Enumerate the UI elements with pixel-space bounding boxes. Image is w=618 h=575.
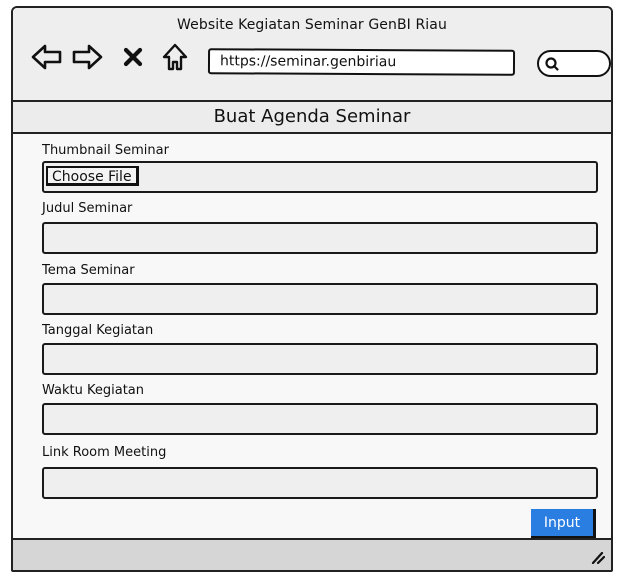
resize-grip-icon[interactable] <box>589 550 605 564</box>
search-icon <box>545 57 559 71</box>
input-submit-button[interactable]: Input <box>531 509 596 539</box>
seminar-form: Thumbnail Seminar Choose File Judul Semi… <box>13 134 611 539</box>
tema-input[interactable] <box>42 283 598 315</box>
stop-button[interactable] <box>117 42 149 72</box>
url-text: https://seminar.genbiriau <box>219 53 397 71</box>
window-title: Website Kegiatan Seminar GenBI Riau <box>177 17 447 33</box>
judul-input[interactable] <box>42 222 598 254</box>
thumbnail-file-input[interactable]: Choose File <box>42 161 598 193</box>
arrow-right-icon <box>72 44 103 70</box>
page-title: Buat Agenda Seminar <box>13 102 611 134</box>
back-button[interactable] <box>31 42 63 72</box>
browser-window: Website Kegiatan Seminar GenBI Riau http… <box>11 6 613 572</box>
choose-file-button[interactable]: Choose File <box>46 166 139 186</box>
forward-button[interactable] <box>71 42 103 72</box>
tanggal-label: Tanggal Kegiatan <box>42 323 154 338</box>
link-input[interactable] <box>42 467 598 499</box>
tanggal-input[interactable] <box>42 343 598 375</box>
status-bar <box>13 538 611 570</box>
waktu-label: Waktu Kegiatan <box>42 383 144 398</box>
url-input[interactable]: https://seminar.genbiriau <box>207 48 516 76</box>
close-icon <box>123 47 143 67</box>
waktu-input[interactable] <box>42 403 598 435</box>
tema-label: Tema Seminar <box>42 263 135 278</box>
arrow-left-icon <box>31 44 62 70</box>
link-label: Link Room Meeting <box>42 445 167 460</box>
search-input[interactable] <box>537 50 611 77</box>
judul-label: Judul Seminar <box>42 201 133 216</box>
home-icon <box>162 43 188 71</box>
browser-toolbar: Website Kegiatan Seminar GenBI Riau http… <box>13 8 611 102</box>
home-button[interactable] <box>159 42 191 72</box>
thumbnail-label: Thumbnail Seminar <box>42 143 169 158</box>
